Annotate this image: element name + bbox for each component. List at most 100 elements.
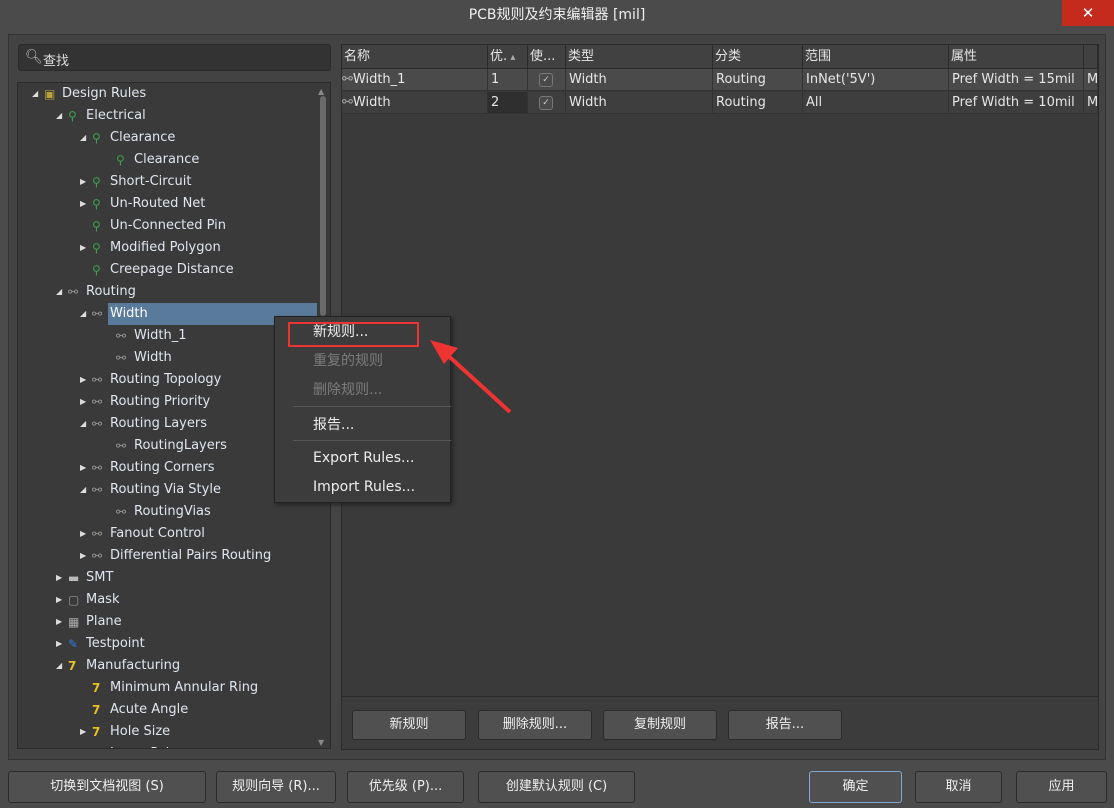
panel-button[interactable]: 报告... xyxy=(728,710,842,740)
tree-item[interactable]: ▶ ⚯ Routing Priority xyxy=(18,391,318,413)
cell-category[interactable]: Routing xyxy=(713,69,803,91)
expanded-arrow-icon[interactable]: ◢ xyxy=(80,479,86,501)
cell-enabled: ✓ xyxy=(528,69,566,91)
scroll-up-icon[interactable]: ▲ xyxy=(318,87,324,96)
tree-item[interactable]: ◢ ⚯ Routing xyxy=(18,281,318,303)
menu-item[interactable]: Import Rules... xyxy=(313,476,415,498)
collapsed-arrow-icon[interactable]: ▶ xyxy=(80,523,86,545)
footer-button[interactable]: 切换到文档视图 (S) xyxy=(8,771,206,803)
expanded-arrow-icon[interactable]: ◢ xyxy=(80,127,86,149)
cell-priority[interactable]: 1 xyxy=(488,69,528,91)
tree-item[interactable]: ◢ ⚯ Routing Via Style xyxy=(18,479,318,501)
close-button[interactable]: ✕ xyxy=(1062,0,1114,26)
collapsed-arrow-icon[interactable]: ▶ xyxy=(56,567,62,589)
tree-item[interactable]: ▶ ⚲ Un-Routed Net xyxy=(18,193,318,215)
tree-item[interactable]: 7Layer Pairs xyxy=(18,743,318,748)
tree-item[interactable]: ⚯ RoutingLayers xyxy=(18,435,318,457)
tree-item[interactable]: ◢ ⚯ Routing Layers xyxy=(18,413,318,435)
cell-name[interactable]: ⚯Width_1 xyxy=(342,69,488,91)
collapsed-arrow-icon[interactable]: ▶ xyxy=(80,193,86,215)
tree-item[interactable]: ▶ ⚯ Fanout Control xyxy=(18,523,318,545)
footer-button[interactable]: 优先级 (P)... xyxy=(347,771,464,803)
menu-item[interactable]: 报告... xyxy=(313,414,354,436)
panel-button[interactable]: 删除规则... xyxy=(478,710,592,740)
tree-item[interactable]: ▶ ✎ Testpoint xyxy=(18,633,318,655)
cell-text: Routing xyxy=(716,72,766,87)
tree-item[interactable]: ▶ ▦ Plane xyxy=(18,611,318,633)
column-header-filler xyxy=(1084,45,1098,69)
column-header[interactable]: 名称 xyxy=(342,45,488,69)
tree-item[interactable]: 7 Minimum Annular Ring xyxy=(18,677,318,699)
enabled-checkbox[interactable]: ✓ xyxy=(539,73,553,87)
column-header[interactable]: 属性 xyxy=(949,45,1084,69)
tree-item[interactable]: ⚯ Width xyxy=(18,347,318,369)
tree-item[interactable]: ◢ ⚯ Width xyxy=(18,303,318,325)
tree-item[interactable]: ◢ ⚲ Electrical xyxy=(18,105,318,127)
collapsed-arrow-icon[interactable]: ▶ xyxy=(80,457,86,479)
expanded-arrow-icon[interactable]: ◢ xyxy=(32,83,38,105)
tree-item[interactable]: ⚲ Un-Connected Pin xyxy=(18,215,318,237)
tree-item[interactable]: ▶ ⚯ Routing Corners xyxy=(18,457,318,479)
collapsed-arrow-icon[interactable]: ▶ xyxy=(80,237,86,259)
tree-item[interactable]: ▶ ⚲ Short-Circuit xyxy=(18,171,318,193)
expanded-arrow-icon[interactable]: ◢ xyxy=(80,303,86,325)
footer-button[interactable]: 规则向导 (R)... xyxy=(216,771,336,803)
tree-item-label: Plane xyxy=(86,614,122,629)
expanded-arrow-icon[interactable]: ◢ xyxy=(56,105,62,127)
collapsed-arrow-icon[interactable]: ▶ xyxy=(56,611,62,633)
column-header[interactable]: 使... xyxy=(528,45,566,69)
search-input[interactable]: 🔍︎ 查找 xyxy=(18,44,331,71)
cell-category[interactable]: Routing xyxy=(713,92,803,114)
scroll-down-icon[interactable]: ▼ xyxy=(318,738,324,747)
tree-item[interactable]: ▶ ▬ SMT xyxy=(18,567,318,589)
tree-item[interactable]: ▶ ⚲ Modified Polygon xyxy=(18,237,318,259)
cell-type[interactable]: Width xyxy=(566,92,713,114)
expanded-arrow-icon[interactable]: ◢ xyxy=(56,655,62,677)
tree-item[interactable]: ▶ 7 Hole Size xyxy=(18,721,318,743)
tree-item[interactable]: ▶ ⚯ Differential Pairs Routing xyxy=(18,545,318,567)
tree-item[interactable]: ⚯ Width_1 xyxy=(18,325,318,347)
tree-item-label: Routing Priority xyxy=(110,394,211,409)
column-header[interactable]: 优. ▴ xyxy=(488,45,528,69)
tree-scrollbar[interactable] xyxy=(320,96,326,316)
collapsed-arrow-icon[interactable]: ▶ xyxy=(80,721,86,743)
apply-button[interactable]: 应用 xyxy=(1016,771,1107,803)
tree-item[interactable]: ⚲ Clearance xyxy=(18,149,318,171)
cell-attributes[interactable]: Pref Width = 10mil xyxy=(949,92,1084,114)
close-icon: ✕ xyxy=(1081,4,1095,22)
panel-button[interactable]: 新规则 xyxy=(352,710,466,740)
cell-name[interactable]: ⚯Width xyxy=(342,92,488,114)
column-header[interactable]: 范围 xyxy=(803,45,949,69)
cell-priority[interactable]: 2 xyxy=(488,92,528,114)
expanded-arrow-icon[interactable]: ◢ xyxy=(56,281,62,303)
column-header[interactable]: 分类 xyxy=(713,45,803,69)
ok-button[interactable]: 确定 xyxy=(809,771,902,803)
column-header[interactable]: 类型 xyxy=(566,45,713,69)
tree-item[interactable]: ⚯ RoutingVias xyxy=(18,501,318,523)
collapsed-arrow-icon[interactable]: ▶ xyxy=(80,391,86,413)
collapsed-arrow-icon[interactable]: ▶ xyxy=(80,545,86,567)
tree-item[interactable]: 7 Acute Angle xyxy=(18,699,318,721)
cell-attributes[interactable]: Pref Width = 15mil xyxy=(949,69,1084,91)
enabled-checkbox[interactable]: ✓ xyxy=(539,96,553,110)
collapsed-arrow-icon[interactable]: ▶ xyxy=(80,369,86,391)
cell-scope[interactable]: All xyxy=(803,92,949,114)
tree-item[interactable]: ◢ ▣ Design Rules xyxy=(18,83,318,105)
tree-item[interactable]: ▶ ▢ Mask xyxy=(18,589,318,611)
tree-item[interactable]: ◢ 7 Manufacturing xyxy=(18,655,318,677)
collapsed-arrow-icon[interactable]: ▶ xyxy=(80,171,86,193)
collapsed-arrow-icon[interactable]: ▶ xyxy=(56,633,62,655)
cancel-button[interactable]: 取消 xyxy=(915,771,1002,803)
tree-item-label: Routing Layers xyxy=(110,416,207,431)
collapsed-arrow-icon[interactable]: ▶ xyxy=(56,589,62,611)
expanded-arrow-icon[interactable]: ◢ xyxy=(80,413,86,435)
cell-scope[interactable]: InNet('5V') xyxy=(803,69,949,91)
rule-name: Width_1 xyxy=(352,72,406,87)
menu-item[interactable]: Export Rules... xyxy=(313,447,414,469)
cell-type[interactable]: Width xyxy=(566,69,713,91)
panel-button[interactable]: 复制规则 xyxy=(603,710,717,740)
tree-item[interactable]: ⚲ Creepage Distance xyxy=(18,259,318,281)
tree-item[interactable]: ▶ ⚯ Routing Topology xyxy=(18,369,318,391)
tree-item[interactable]: ◢ ⚲ Clearance xyxy=(18,127,318,149)
footer-button[interactable]: 创建默认规则 (C) xyxy=(478,771,635,803)
